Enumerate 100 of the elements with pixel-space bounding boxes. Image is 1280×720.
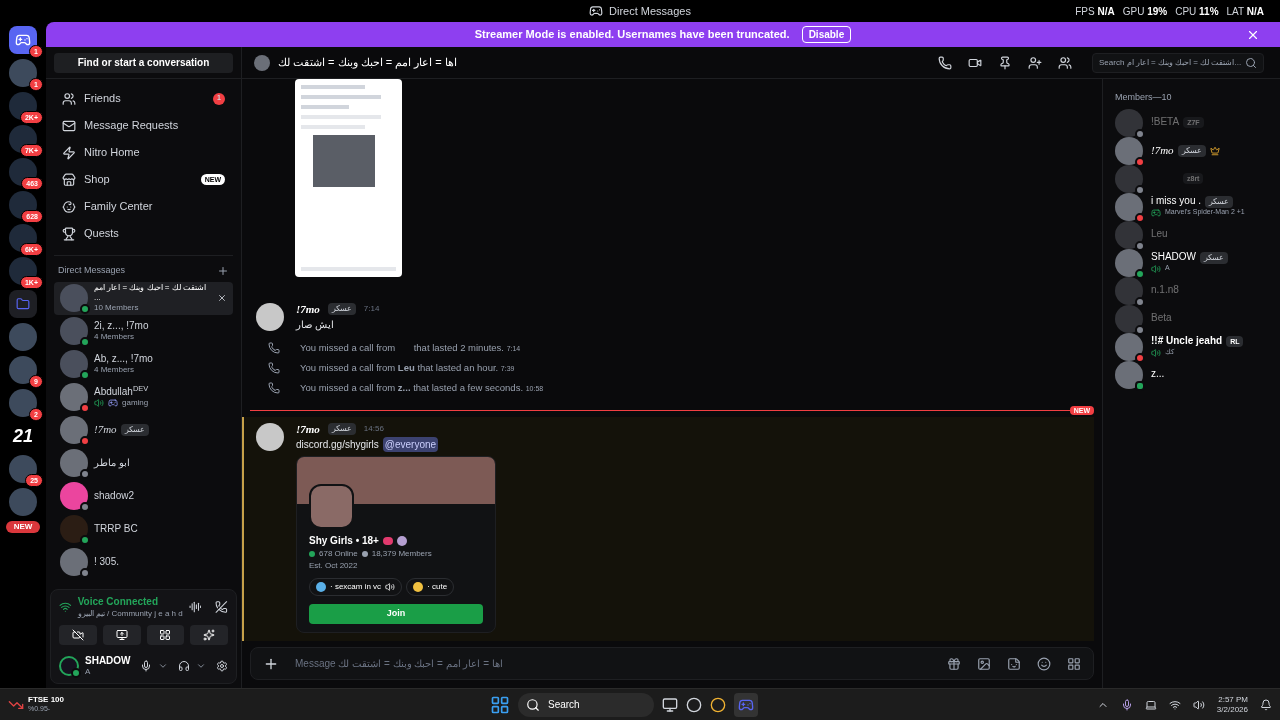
- channel-title: اها = اعار امم = احبك وبنك = اشتقت لك: [278, 55, 458, 71]
- nav-item[interactable]: Quests: [54, 220, 233, 247]
- server-icon[interactable]: [9, 257, 37, 285]
- microphone-icon[interactable]: [140, 659, 152, 672]
- avatar: [59, 655, 79, 676]
- gift-icon[interactable]: [947, 656, 961, 671]
- dm-item[interactable]: Ab, z..., !7mo 4 Members: [54, 347, 233, 381]
- discord-taskbar-icon[interactable]: [734, 692, 758, 717]
- grid-icon: [159, 628, 172, 641]
- voice-channel: تيم البيرو / Community j e a h d: [77, 608, 183, 619]
- add-icon[interactable]: [217, 264, 229, 277]
- member-name: SHADOW: [1151, 251, 1196, 264]
- nav-item[interactable]: Family Center: [54, 193, 233, 220]
- server-icon[interactable]: [9, 191, 37, 219]
- search-icon: [1245, 56, 1258, 69]
- add-user-icon[interactable]: [1028, 55, 1042, 70]
- dm-name: ابو ماطر: [94, 456, 130, 470]
- dm-subtext: 4 Members: [94, 332, 134, 343]
- noise-suppression-icon[interactable]: [188, 600, 202, 615]
- server-icon[interactable]: [9, 158, 37, 186]
- member-item[interactable]: Beta: [1111, 304, 1272, 333]
- author-name: !7mo: [296, 421, 320, 437]
- dm-item[interactable]: 2i, z..., !7mo 4 Members: [54, 314, 233, 348]
- touchpad-icon[interactable]: [1144, 698, 1157, 711]
- dm-name: ! 305.: [94, 555, 120, 569]
- camera-off-button[interactable]: [59, 624, 97, 645]
- banner-text: Streamer Mode is enabled. Usernames have been truncated.: [474, 27, 790, 43]
- lightning-icon: [62, 145, 76, 160]
- nav-item[interactable]: Nitro Home: [54, 139, 233, 166]
- dm-item[interactable]: ابو ماطر: [54, 446, 233, 480]
- avatar: [1115, 360, 1143, 389]
- speaker-icon: [385, 582, 396, 592]
- speaker-icon: [1151, 347, 1161, 358]
- disable-button[interactable]: Disable: [801, 26, 852, 43]
- emoji-icon[interactable]: [1037, 656, 1051, 671]
- role-tag: عسكر: [120, 424, 149, 436]
- connection-icon: [59, 600, 72, 615]
- dm-name: TRRP BC: [94, 522, 138, 536]
- dm-name: اشتقت لك = احبك وبنك = اعار امم ...: [94, 283, 207, 303]
- task-view-icon[interactable]: [662, 696, 678, 713]
- dm-item[interactable]: Abdullah$^{DEV}$ gaming: [54, 380, 233, 414]
- settings-icon[interactable]: [216, 659, 228, 672]
- screen-share-icon: [115, 628, 128, 641]
- server-icon[interactable]: [9, 455, 37, 483]
- clock-date: 3/2/2026: [1216, 704, 1248, 715]
- sticker-icon[interactable]: [1007, 656, 1021, 671]
- share-screen-button[interactable]: [102, 624, 141, 645]
- home-button[interactable]: [9, 26, 37, 54]
- close-icon[interactable]: [217, 293, 227, 303]
- notifications-icon[interactable]: [1260, 698, 1272, 711]
- search-icon: [526, 697, 540, 712]
- microphone-icon[interactable]: [1120, 698, 1133, 711]
- browser-icon[interactable]: [710, 696, 726, 713]
- start-icon[interactable]: [490, 694, 510, 715]
- activities-button[interactable]: [146, 624, 185, 645]
- avatar: [256, 303, 284, 331]
- gamepad-icon: [108, 398, 118, 409]
- soundboard-button[interactable]: [190, 624, 228, 645]
- apps-icon[interactable]: [1067, 656, 1081, 671]
- volume-icon[interactable]: [1192, 698, 1205, 711]
- headphones-icon[interactable]: [178, 659, 190, 672]
- app-icon[interactable]: [686, 696, 702, 713]
- role-tag: عسكر: [327, 303, 356, 316]
- server-icon[interactable]: [9, 224, 37, 252]
- phone-icon[interactable]: [938, 55, 952, 70]
- camera-off-icon: [71, 628, 84, 641]
- server-name: Shy Girls • 18+: [309, 534, 379, 548]
- nav-item[interactable]: Message Requests: [54, 112, 233, 139]
- member-item[interactable]: Leu: [1111, 220, 1272, 249]
- message-composer[interactable]: Message اها = اعار امم = احبك وبنك = اشتقت لك: [250, 647, 1094, 680]
- disconnect-icon[interactable]: [215, 600, 228, 615]
- new-pill[interactable]: NEW: [5, 521, 41, 533]
- search-field[interactable]: Search اشتقت لك = احبك وبنك = اعار ام...: [1092, 52, 1264, 73]
- folder-icon: [16, 297, 30, 311]
- role-tag: عسكر: [1200, 251, 1228, 264]
- member-name: !!# Uncle jeahd: [1151, 335, 1223, 348]
- network-icon[interactable]: [1168, 698, 1181, 711]
- gamepad-icon: [1151, 207, 1161, 218]
- gif-icon[interactable]: [977, 656, 991, 671]
- server-icon[interactable]: [9, 92, 37, 120]
- users-icon[interactable]: [1058, 55, 1072, 70]
- avatar: [60, 416, 88, 444]
- dm-subtext: gaming: [122, 398, 149, 409]
- timestamp: 7:14: [363, 303, 380, 316]
- find-conversation-button[interactable]: Find or start a conversation: [54, 52, 233, 73]
- dm-item[interactable]: shadow2: [54, 479, 233, 513]
- performance-stat: CPU 11%: [1175, 5, 1219, 19]
- people-icon: [62, 91, 76, 106]
- member-name: Leu: [1151, 228, 1168, 241]
- sparkles-icon: [203, 628, 216, 641]
- dm-name: shadow2: [94, 489, 135, 503]
- taskbar-search[interactable]: Search: [518, 692, 654, 717]
- member-item[interactable]: z...: [1111, 360, 1272, 389]
- member-item[interactable]: n.1.n8: [1111, 276, 1272, 305]
- members-heading: Members—10: [1114, 91, 1173, 104]
- pin-icon[interactable]: [998, 55, 1012, 70]
- server-folder[interactable]: [9, 290, 37, 318]
- dm-item[interactable]: TRRP BC: [54, 512, 233, 546]
- dm-item[interactable]: ! 305.: [54, 545, 233, 579]
- mention[interactable]: @everyone: [382, 437, 439, 452]
